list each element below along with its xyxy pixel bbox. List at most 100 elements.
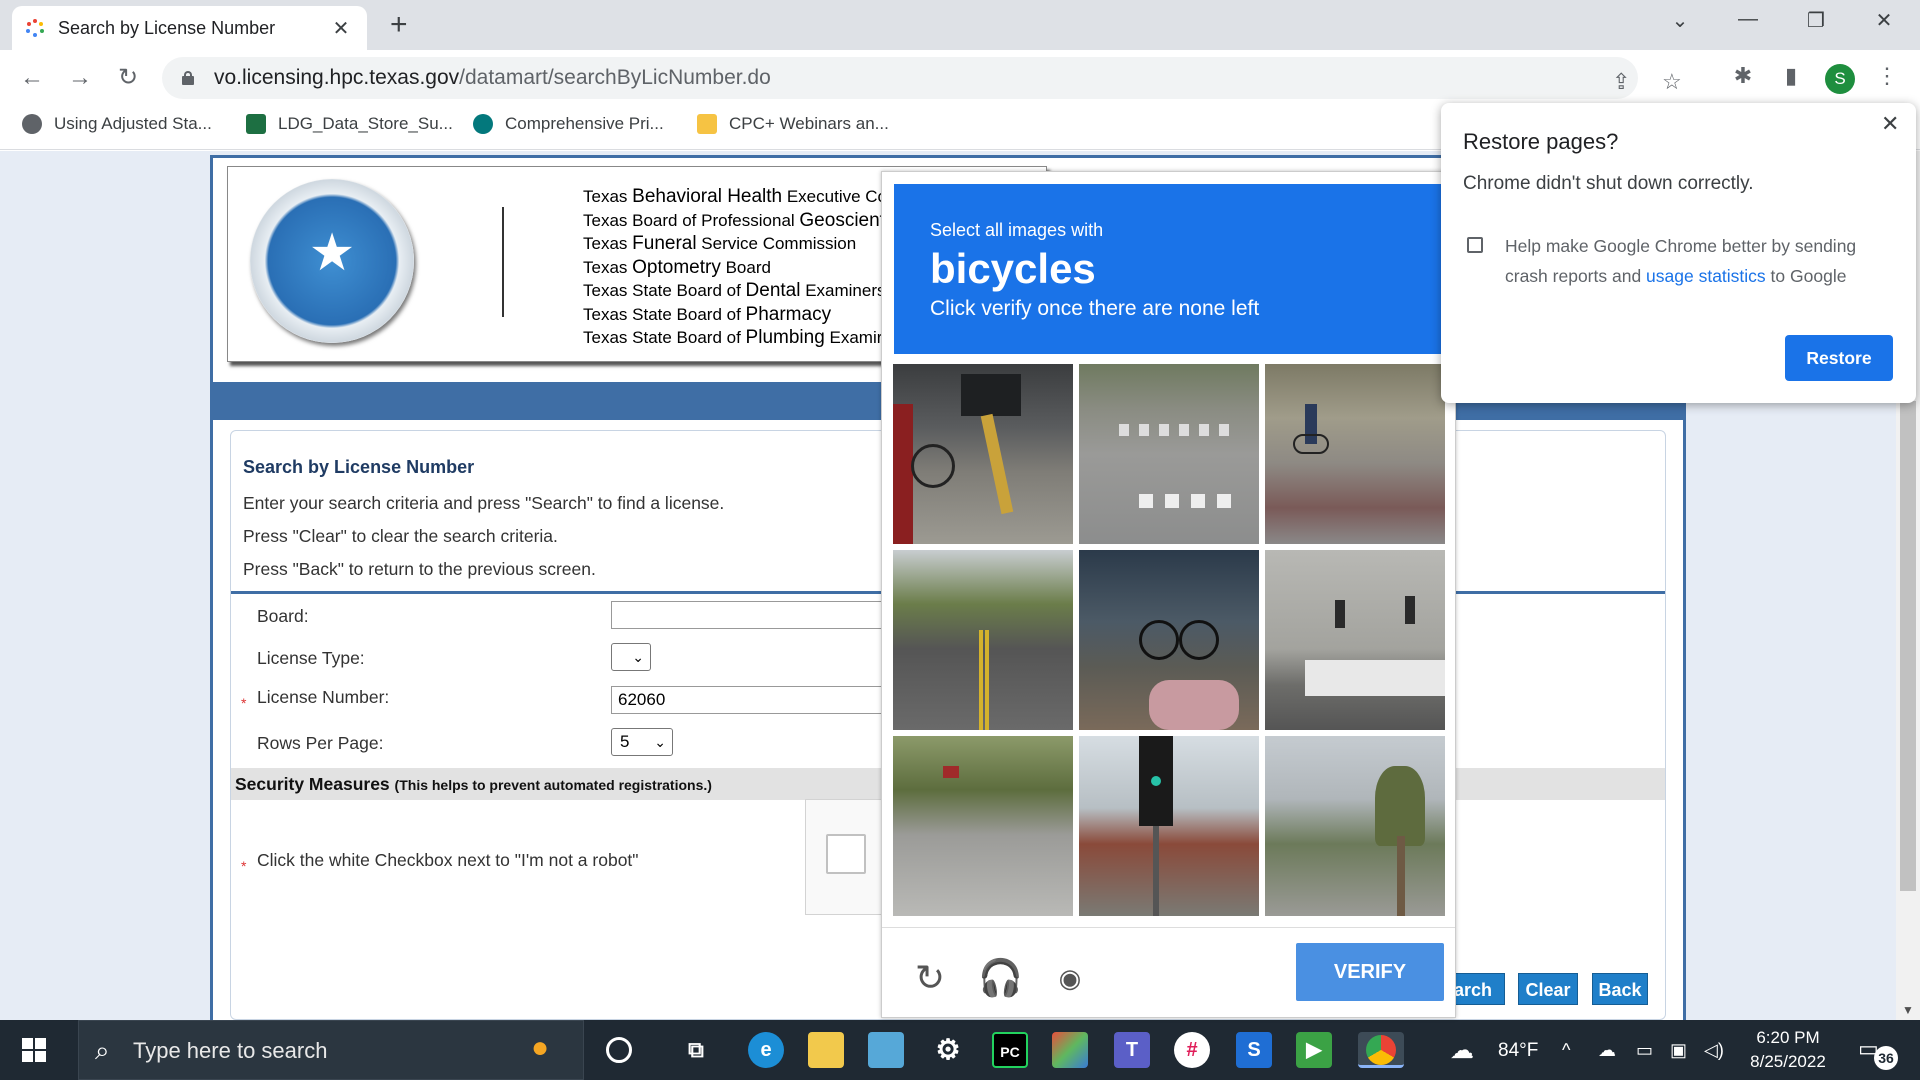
- bookmark-item[interactable]: Using Adjusted Sta...: [22, 114, 212, 134]
- extensions-puzzle-icon[interactable]: ✱: [1728, 63, 1758, 89]
- verify-button[interactable]: VERIFY: [1296, 943, 1444, 1001]
- close-tab-icon[interactable]: ✕: [329, 16, 353, 41]
- board-label: Board:: [257, 606, 309, 626]
- new-tab-button[interactable]: +: [390, 10, 408, 40]
- image-tile[interactable]: [893, 364, 1073, 544]
- license-number-label: License Number:: [257, 687, 390, 707]
- bookmark-item[interactable]: Comprehensive Pri...: [473, 114, 664, 134]
- audio-challenge-icon[interactable]: 🎧: [978, 956, 1023, 1000]
- info-icon[interactable]: ◉: [1048, 956, 1092, 1000]
- file-explorer-icon[interactable]: [808, 1032, 844, 1068]
- bookmark-item[interactable]: CPC+ Webinars an...: [697, 114, 889, 134]
- rows-per-page-select[interactable]: 5 ⌄: [611, 728, 673, 756]
- tray-chevron-icon[interactable]: ^: [1562, 1040, 1570, 1061]
- s-app-icon[interactable]: S: [1236, 1032, 1272, 1068]
- taskbar-search[interactable]: ⌕ Type here to search ●: [78, 1020, 584, 1080]
- media-player-icon[interactable]: ▶: [1296, 1032, 1332, 1068]
- instruction-text: Press "Clear" to clear the search criter…: [243, 526, 558, 546]
- clear-button[interactable]: Clear: [1518, 973, 1578, 1005]
- tab-search-icon[interactable]: ⌄: [1660, 8, 1700, 33]
- onedrive-icon[interactable]: ☁: [1598, 1040, 1616, 1061]
- required-asterisk: *: [241, 695, 247, 711]
- menu-kebab-icon[interactable]: ⋮: [1872, 63, 1902, 89]
- bookmark-star-icon[interactable]: ☆: [1662, 69, 1682, 95]
- clock[interactable]: 6:20 PM 8/25/2022: [1728, 1026, 1848, 1074]
- restore-window-button[interactable]: ❐: [1796, 8, 1836, 33]
- chrome-icon[interactable]: [1358, 1032, 1404, 1068]
- scroll-down-icon[interactable]: ▼: [1900, 1003, 1916, 1017]
- not-a-robot-checkbox[interactable]: [826, 834, 866, 874]
- usage-statistics-link[interactable]: usage statistics: [1646, 266, 1766, 286]
- board-select[interactable]: [611, 601, 911, 629]
- browser-tab[interactable]: Search by License Number ✕: [12, 6, 367, 50]
- star-icon: ★: [308, 224, 356, 282]
- image-tile[interactable]: [893, 736, 1073, 916]
- dialog-title: Restore pages?: [1463, 129, 1619, 154]
- notepad-icon[interactable]: [868, 1032, 904, 1068]
- share-icon[interactable]: ⇪: [1612, 69, 1630, 95]
- security-title: Security Measures (This helps to prevent…: [235, 774, 712, 795]
- forward-arrow-icon[interactable]: →: [64, 62, 96, 94]
- windows-taskbar: ⌕ Type here to search ● ⧉ e ⚙ PC T # S ▶…: [0, 1020, 1920, 1080]
- network-icon[interactable]: ▣: [1670, 1040, 1687, 1061]
- license-number-input[interactable]: 62060: [611, 686, 911, 714]
- chevron-down-icon: ⌄: [654, 734, 666, 750]
- board-name: Texas Funeral Service Commission: [583, 233, 857, 254]
- slack-icon[interactable]: #: [1174, 1032, 1210, 1068]
- address-bar[interactable]: vo.licensing.hpc.texas.gov/datamart/sear…: [162, 57, 1682, 99]
- required-asterisk: *: [241, 858, 247, 874]
- pycharm-icon[interactable]: PC: [992, 1032, 1028, 1068]
- tab-title: Search by License Number: [58, 17, 276, 38]
- crash-report-checkbox[interactable]: [1467, 237, 1483, 253]
- windows-start-icon[interactable]: [22, 1038, 46, 1062]
- license-type-select[interactable]: ⌄: [611, 643, 651, 671]
- search-highlight-icon: ●: [531, 1031, 550, 1064]
- teams-icon[interactable]: T: [1114, 1032, 1150, 1068]
- image-tile[interactable]: [1079, 736, 1259, 916]
- image-tile[interactable]: [1265, 364, 1445, 544]
- bookmark-label: LDG_Data_Store_Su...: [278, 114, 453, 133]
- reload-icon[interactable]: ↻: [112, 62, 144, 94]
- weather-temp[interactable]: 84°F: [1498, 1040, 1538, 1062]
- image-tile[interactable]: [1265, 736, 1445, 916]
- globe-icon: [22, 114, 42, 134]
- restore-button[interactable]: Restore: [1785, 335, 1893, 381]
- notification-badge: 36: [1874, 1046, 1898, 1070]
- form-title: Search by License Number: [243, 457, 475, 477]
- image-tile[interactable]: [1079, 550, 1259, 730]
- restore-pages-dialog: Restore pages? ✕ Chrome didn't shut down…: [1441, 103, 1916, 403]
- image-tile[interactable]: [893, 550, 1073, 730]
- recaptcha-challenge: Select all images with bicycles Click ve…: [881, 171, 1456, 1018]
- url-text: vo.licensing.hpc.texas.gov/datamart/sear…: [214, 66, 771, 89]
- back-button[interactable]: Back: [1592, 973, 1648, 1005]
- weather-icon[interactable]: ☁: [1450, 1036, 1474, 1065]
- minimize-button[interactable]: —: [1728, 8, 1768, 31]
- close-icon[interactable]: ✕: [1881, 111, 1899, 137]
- scroll-thumb[interactable]: [1900, 401, 1916, 891]
- image-tile[interactable]: [1265, 550, 1445, 730]
- bookmark-item[interactable]: LDG_Data_Store_Su...: [246, 114, 453, 134]
- image-tile[interactable]: [1079, 364, 1259, 544]
- challenge-header: Select all images with bicycles Click ve…: [894, 184, 1445, 354]
- bookmark-label: Using Adjusted Sta...: [54, 114, 212, 133]
- back-arrow-icon[interactable]: ←: [16, 62, 48, 94]
- cortana-icon[interactable]: [606, 1037, 632, 1063]
- close-window-button[interactable]: ✕: [1864, 8, 1904, 33]
- volume-icon[interactable]: ◁): [1704, 1040, 1724, 1061]
- battery-icon[interactable]: ▭: [1636, 1040, 1653, 1061]
- bookmark-label: Comprehensive Pri...: [505, 114, 664, 133]
- search-icon: ⌕: [95, 1035, 110, 1065]
- settings-gear-icon[interactable]: ⚙: [930, 1032, 966, 1068]
- notification-center-icon[interactable]: ▭ 36: [1858, 1036, 1898, 1070]
- side-panel-icon[interactable]: ▮: [1776, 63, 1806, 89]
- board-name: Texas Optometry Board: [583, 256, 771, 278]
- challenge-target: bicycles: [930, 245, 1096, 292]
- edge-icon[interactable]: e: [748, 1032, 784, 1068]
- rows-per-page-value: 5: [620, 732, 630, 751]
- browser-toolbar: ← → ↻ vo.licensing.hpc.texas.gov/datamar…: [0, 50, 1920, 106]
- profile-avatar[interactable]: S: [1825, 64, 1855, 94]
- board-list: Texas Behavioral Health Executive Co Tex…: [583, 185, 887, 350]
- reload-challenge-icon[interactable]: ↻: [908, 956, 952, 1000]
- git-tool-icon[interactable]: [1052, 1032, 1088, 1068]
- task-view-icon[interactable]: ⧉: [678, 1032, 714, 1068]
